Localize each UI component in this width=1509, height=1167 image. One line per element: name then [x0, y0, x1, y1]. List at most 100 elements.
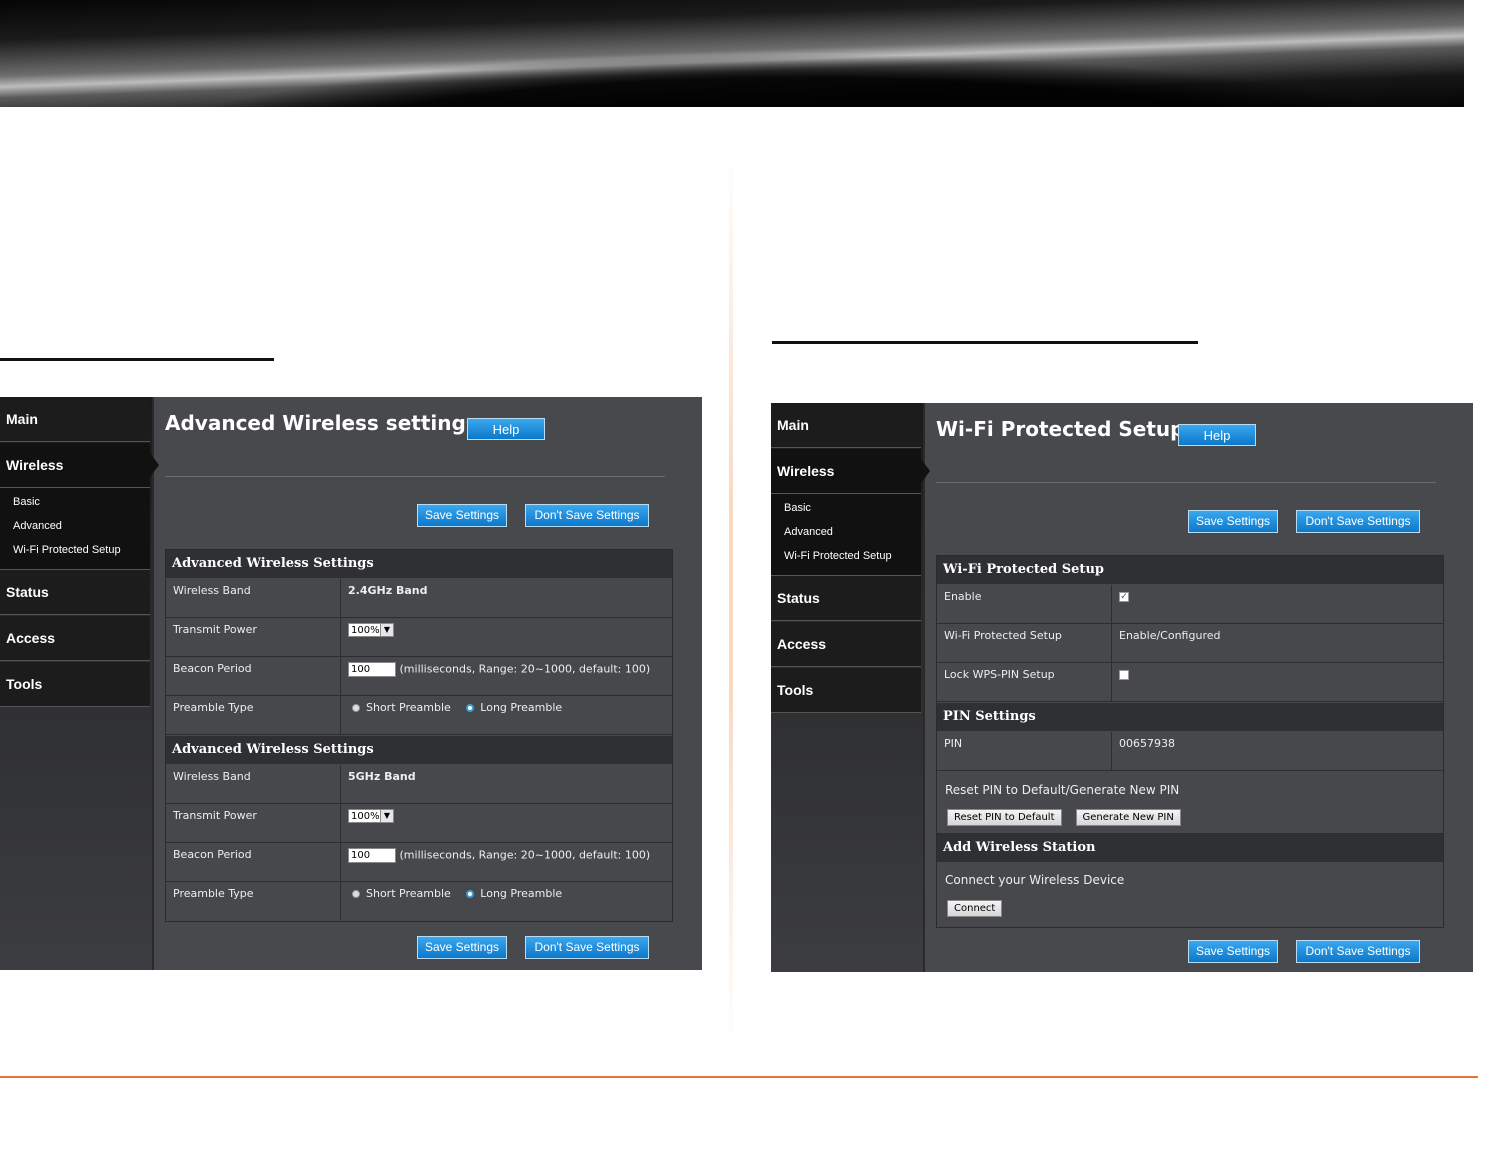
short-preamble-label: Short Preamble	[366, 887, 451, 900]
row-pin: PIN 00657938	[937, 732, 1443, 771]
sidebar: Main Wireless Basic Advanced Wi-Fi Prote…	[771, 403, 930, 972]
nav-tools[interactable]: Tools	[771, 668, 921, 713]
section-header-24ghz: Advanced Wireless Settings	[166, 550, 672, 578]
footer-rule	[0, 1076, 1478, 1078]
transmit-power-selected: 100%	[351, 625, 380, 636]
reset-pin-buttons: Reset PIN to Default Generate New PIN	[947, 805, 1195, 826]
label-transmit-power: Transmit Power	[166, 804, 341, 842]
transmit-power-selected: 100%	[351, 811, 380, 822]
transmit-power-select[interactable]: 100% ▼	[348, 809, 394, 823]
label-transmit-power: Transmit Power	[166, 618, 341, 656]
value-lock-wps-pin	[1113, 663, 1443, 701]
generate-new-pin-button[interactable]: Generate New PIN	[1075, 809, 1181, 826]
reset-pin-default-button[interactable]: Reset PIN to Default	[947, 809, 1062, 826]
label-beacon-period: Beacon Period	[166, 843, 341, 881]
wps-settings-panel: Wi-Fi Protected Setup Enable ✓ Wi-Fi Pro…	[936, 555, 1444, 928]
row-wps-enable: Enable ✓	[937, 585, 1443, 624]
label-wireless-band: Wireless Band	[166, 765, 341, 803]
advanced-settings-panel: Advanced Wireless Settings Wireless Band…	[165, 549, 673, 922]
beacon-period-input[interactable]: 100	[348, 848, 396, 863]
nav-main[interactable]: Main	[771, 403, 921, 448]
reset-pin-block: Reset PIN to Default/Generate New PIN Re…	[937, 771, 1443, 834]
page-title: Advanced Wireless settings	[165, 411, 478, 435]
value-preamble-type: Short Preamble Long Preamble	[342, 696, 672, 734]
nav-wireless[interactable]: Wireless	[771, 449, 930, 494]
nav-sub-basic[interactable]: Basic	[13, 496, 40, 508]
label-wps-status: Wi-Fi Protected Setup	[937, 624, 1112, 662]
save-settings-button-top[interactable]: Save Settings	[417, 504, 507, 527]
lock-wps-pin-checkbox[interactable]	[1119, 670, 1129, 680]
row-lock-wps-pin: Lock WPS-PIN Setup	[937, 663, 1443, 702]
section-header-wps: Wi-Fi Protected Setup	[937, 556, 1443, 584]
nav-sub-wps[interactable]: Wi-Fi Protected Setup	[784, 550, 892, 562]
left-heading-rule	[0, 358, 274, 361]
dont-save-settings-button-top[interactable]: Don't Save Settings	[525, 504, 649, 527]
row-wireless-band-5: Wireless Band 5GHz Band	[166, 765, 672, 804]
nav-status[interactable]: Status	[771, 576, 921, 621]
nav-main[interactable]: Main	[0, 397, 150, 442]
nav-sub-basic[interactable]: Basic	[784, 502, 811, 514]
help-button[interactable]: Help	[467, 418, 545, 440]
value-transmit-power: 100% ▼	[342, 618, 672, 656]
label-pin: PIN	[937, 732, 1112, 770]
row-transmit-power-5: Transmit Power 100% ▼	[166, 804, 672, 843]
value-preamble-type: Short Preamble Long Preamble	[342, 882, 672, 920]
row-wps-status: Wi-Fi Protected Setup Enable/Configured	[937, 624, 1443, 663]
save-settings-button-top[interactable]: Save Settings	[1188, 510, 1278, 533]
nav-access[interactable]: Access	[0, 616, 150, 661]
page-title: Wi-Fi Protected Setup	[936, 417, 1185, 441]
chevron-down-icon: ▼	[380, 624, 393, 636]
save-settings-button-bottom[interactable]: Save Settings	[1188, 940, 1278, 963]
value-wireless-band: 5GHz Band	[348, 770, 416, 783]
nav-sub-wps[interactable]: Wi-Fi Protected Setup	[13, 544, 121, 556]
nav-sub-advanced[interactable]: Advanced	[13, 520, 62, 532]
dont-save-settings-button-bottom[interactable]: Don't Save Settings	[1296, 940, 1420, 963]
label-enable: Enable	[937, 585, 1112, 623]
save-settings-button-bottom[interactable]: Save Settings	[417, 936, 507, 959]
value-wireless-band: 2.4GHz Band	[348, 584, 428, 597]
section-header-5ghz: Advanced Wireless Settings	[166, 736, 672, 764]
row-beacon-period-24: Beacon Period 100 (milliseconds, Range: …	[166, 657, 672, 696]
connect-button[interactable]: Connect	[947, 900, 1003, 917]
section-header-pin: PIN Settings	[937, 703, 1443, 731]
dont-save-settings-button-top[interactable]: Don't Save Settings	[1296, 510, 1420, 533]
value-beacon-period: 100 (milliseconds, Range: 20~1000, defau…	[342, 843, 672, 881]
nav-sub-advanced[interactable]: Advanced	[784, 526, 833, 538]
wireless-submenu: Basic Advanced Wi-Fi Protected Setup	[0, 488, 150, 570]
long-preamble-radio[interactable]	[466, 704, 475, 712]
transmit-power-select[interactable]: 100% ▼	[348, 623, 394, 637]
nav-status[interactable]: Status	[0, 570, 150, 615]
short-preamble-label: Short Preamble	[366, 701, 451, 714]
row-preamble-type-24: Preamble Type Short Preamble Long Preamb…	[166, 696, 672, 735]
help-button[interactable]: Help	[1178, 424, 1256, 446]
wps-screenshot: Main Wireless Basic Advanced Wi-Fi Prote…	[771, 403, 1473, 972]
beacon-period-hint: (milliseconds, Range: 20~1000, default: …	[399, 662, 651, 676]
value-enable: ✓	[1113, 585, 1443, 623]
nav-tools[interactable]: Tools	[0, 662, 150, 707]
beacon-period-hint: (milliseconds, Range: 20~1000, default: …	[399, 848, 651, 862]
title-separator	[936, 482, 1436, 483]
nav-wireless[interactable]: Wireless	[0, 443, 159, 488]
short-preamble-radio[interactable]	[352, 890, 360, 898]
title-separator	[165, 476, 665, 477]
column-divider	[729, 150, 733, 1050]
beacon-period-input[interactable]: 100	[348, 662, 396, 677]
row-preamble-type-5: Preamble Type Short Preamble Long Preamb…	[166, 882, 672, 920]
enable-checkbox[interactable]: ✓	[1119, 592, 1129, 602]
short-preamble-radio[interactable]	[352, 704, 360, 712]
nav-access[interactable]: Access	[771, 622, 921, 667]
right-heading-rule	[772, 341, 1198, 344]
value-wps-status: Enable/Configured	[1119, 629, 1221, 642]
connect-device-text: Connect your Wireless Device	[945, 873, 1125, 887]
long-preamble-radio[interactable]	[466, 890, 475, 898]
advanced-wireless-screenshot: Main Wireless Basic Advanced Wi-Fi Prote…	[0, 397, 702, 970]
long-preamble-label: Long Preamble	[480, 887, 563, 900]
header-banner	[0, 0, 1464, 107]
connect-button-wrap: Connect	[947, 896, 1016, 917]
label-lock-wps-pin: Lock WPS-PIN Setup	[937, 663, 1112, 701]
reset-pin-text: Reset PIN to Default/Generate New PIN	[945, 783, 1180, 797]
label-preamble-type: Preamble Type	[166, 696, 341, 734]
value-transmit-power: 100% ▼	[342, 804, 672, 842]
section-header-add-station: Add Wireless Station	[937, 834, 1443, 862]
dont-save-settings-button-bottom[interactable]: Don't Save Settings	[525, 936, 649, 959]
